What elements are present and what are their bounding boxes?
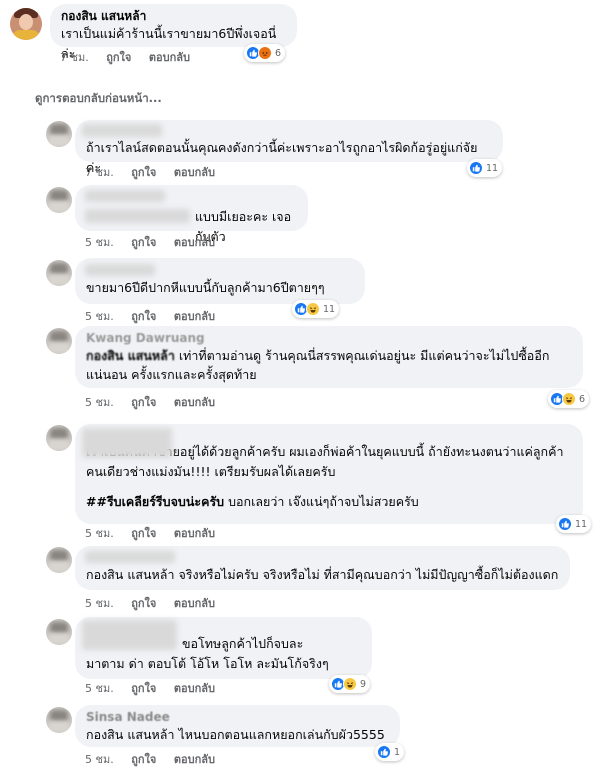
reaction-summary[interactable]: 11 bbox=[467, 159, 503, 177]
reply-text-line-2: มาตาม ด่า ตอบโต้ โอ้โห โอโห ละมันโก้จริง… bbox=[86, 656, 329, 671]
avatar[interactable] bbox=[46, 260, 72, 286]
reply-meta: 5 ชม. ถูกใจ ตอบกลับ bbox=[85, 236, 229, 250]
haha-icon bbox=[343, 677, 357, 691]
angry-icon bbox=[258, 46, 272, 60]
like-button[interactable]: ถูกใจ bbox=[106, 51, 131, 65]
reply-text: กองสิน แสนหล้า จริงหรือไม่ครับ จริงหรือไ… bbox=[86, 567, 559, 582]
reply-button[interactable]: ตอบกลับ bbox=[174, 236, 215, 250]
reply-text: กองสิน แสนหล้า ไหนบอกตอนแลกหยอกเล่นกับผั… bbox=[86, 727, 385, 742]
like-icon bbox=[377, 745, 391, 759]
avatar[interactable] bbox=[46, 328, 72, 354]
reaction-count: 9 bbox=[360, 678, 367, 690]
reply-button[interactable]: ตอบกลับ bbox=[149, 51, 190, 65]
haha-icon bbox=[562, 392, 576, 406]
reply-meta: 5 ชม. ถูกใจ ตอบกลับ bbox=[85, 396, 229, 410]
timestamp[interactable]: 5 ชม. bbox=[85, 753, 114, 767]
like-button[interactable]: ถูกใจ bbox=[131, 682, 156, 696]
reply-meta: 5 ชม. ถูกใจ ตอบกลับ bbox=[85, 527, 229, 541]
reaction-summary[interactable]: 1 bbox=[375, 743, 405, 761]
blurred-author-name bbox=[82, 124, 162, 137]
timestamp[interactable]: 7 ชม. bbox=[60, 51, 89, 65]
like-button[interactable]: ถูกใจ bbox=[131, 236, 156, 250]
avatar[interactable] bbox=[46, 425, 72, 451]
reaction-count: 6 bbox=[275, 47, 282, 59]
blurred-tag bbox=[85, 209, 190, 223]
reply-button[interactable]: ตอบกลับ bbox=[174, 310, 215, 324]
blurred-author-name bbox=[82, 620, 177, 650]
blurred-author-name bbox=[85, 551, 175, 563]
reply-button[interactable]: ตอบกลับ bbox=[174, 527, 215, 541]
like-icon bbox=[558, 517, 572, 531]
reply-button[interactable]: ตอบกลับ bbox=[174, 396, 215, 410]
timestamp[interactable]: 5 ชม. bbox=[85, 682, 114, 696]
reply-bubble: Kwang Dawruang กองสิน แสนหล้า เท่าที่ตาม… bbox=[75, 326, 583, 388]
reply-author[interactable]: Sinsa Nadee bbox=[86, 710, 389, 725]
view-previous-replies-link[interactable]: ดูการตอบกลับก่อนหน้า... bbox=[35, 90, 162, 108]
like-icon bbox=[469, 161, 483, 175]
reply-meta: 7 ชม. ถูกใจ ตอบกลับ bbox=[85, 166, 229, 180]
blurred-author-name bbox=[85, 190, 165, 202]
blurred-author-name bbox=[82, 428, 172, 458]
reply-meta: 5 ชม. ถูกใจ ตอบกลับ bbox=[85, 682, 229, 696]
reply-text: ขายมา6ปีดีปากหีแบบนี้กับลูกค้ามา6ปีตายๆๆ bbox=[86, 280, 325, 295]
avatar[interactable] bbox=[46, 619, 72, 645]
reaction-summary[interactable]: 11 bbox=[556, 515, 592, 533]
reaction-count: 6 bbox=[579, 393, 586, 405]
avatar[interactable] bbox=[46, 187, 72, 213]
reaction-summary[interactable]: 6 bbox=[244, 44, 286, 62]
reply-button[interactable]: ตอบกลับ bbox=[174, 682, 215, 696]
reply-button[interactable]: ตอบกลับ bbox=[174, 166, 215, 180]
like-button[interactable]: ถูกใจ bbox=[131, 396, 156, 410]
timestamp[interactable]: 5 ชม. bbox=[85, 527, 114, 541]
reply-button[interactable]: ตอบกลับ bbox=[174, 753, 215, 767]
avatar[interactable] bbox=[46, 707, 72, 733]
reply-bubble: Sinsa Nadee กองสิน แสนหล้า ไหนบอกตอนแลกห… bbox=[75, 705, 400, 747]
reaction-summary[interactable]: 6 bbox=[548, 390, 590, 408]
avatar[interactable] bbox=[10, 8, 42, 40]
comment-bubble: กองสิน แสนหล้า เราเป็นแม่ค้าร้านนี้เราขา… bbox=[50, 4, 297, 61]
timestamp[interactable]: 7 ชม. bbox=[85, 166, 114, 180]
mention-tag[interactable]: กองสิน แสนหล้า bbox=[86, 727, 174, 742]
timestamp[interactable]: 5 ชม. bbox=[85, 396, 114, 410]
like-button[interactable]: ถูกใจ bbox=[131, 310, 156, 324]
like-button[interactable]: ถูกใจ bbox=[131, 753, 156, 767]
reaction-count: 11 bbox=[323, 303, 336, 315]
reaction-count: 11 bbox=[575, 518, 588, 530]
like-button[interactable]: ถูกใจ bbox=[131, 166, 156, 180]
mention-tag[interactable]: กองสิน แสนหล้า bbox=[86, 348, 175, 363]
timestamp[interactable]: 5 ชม. bbox=[85, 310, 114, 324]
blurred-author-name bbox=[85, 264, 155, 276]
timestamp[interactable]: 5 ชม. bbox=[85, 236, 114, 250]
reaction-summary[interactable]: 9 bbox=[329, 675, 371, 693]
mention-tag[interactable]: กองสิน แสนหล้า bbox=[86, 567, 174, 582]
reply-author[interactable]: Kwang Dawruang bbox=[86, 331, 572, 346]
like-button[interactable]: ถูกใจ bbox=[131, 597, 156, 611]
reaction-count: 1 bbox=[394, 746, 401, 758]
comment-author[interactable]: กองสิน แสนหล้า bbox=[61, 9, 286, 24]
reply-text: กองสิน แสนหล้า เท่าที่ตามอ่านดู ร้านคุณน… bbox=[86, 348, 550, 382]
reply-button[interactable]: ตอบกลับ bbox=[174, 597, 215, 611]
reaction-summary[interactable]: 11 bbox=[292, 300, 340, 318]
reply-meta: 5 ชม. ถูกใจ ตอบกลับ bbox=[85, 753, 229, 767]
timestamp[interactable]: 5 ชม. bbox=[85, 597, 114, 611]
like-button[interactable]: ถูกใจ bbox=[131, 527, 156, 541]
comment-meta: 7 ชม. ถูกใจ ตอบกลับ bbox=[60, 51, 204, 65]
avatar[interactable] bbox=[46, 121, 72, 147]
reply-meta: 5 ชม. ถูกใจ ตอบกลับ bbox=[85, 310, 229, 324]
reply-text-emphasis: ##รีบเคลียร์รีบจบน่ะครับ บอกเลยว่า เจ๊งแ… bbox=[86, 494, 419, 509]
reaction-count: 11 bbox=[486, 162, 499, 174]
avatar[interactable] bbox=[46, 547, 72, 573]
haha-icon bbox=[306, 302, 320, 316]
reply-meta: 5 ชม. ถูกใจ ตอบกลับ bbox=[85, 597, 229, 611]
